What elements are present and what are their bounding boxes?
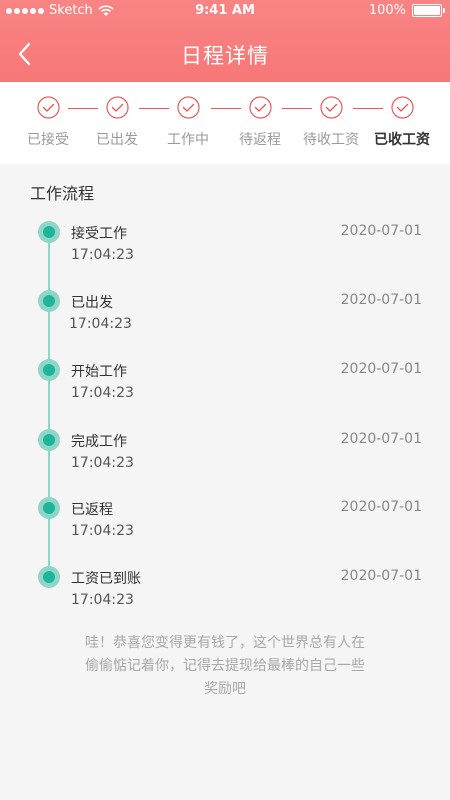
timeline-dot-icon xyxy=(38,429,60,451)
event-name: 已出发 xyxy=(71,295,113,311)
timeline-event: 已返程 2020-07-01 17:04:23 xyxy=(0,497,450,557)
header: Sketch 9:41 AM 100% 日程详情 xyxy=(0,0,450,82)
step-label: 已收工资 xyxy=(374,132,430,148)
event-date: 2020-07-01 xyxy=(340,499,422,515)
event-time: 17:04:23 xyxy=(71,247,134,263)
timeline-event: 完成工作 2020-07-01 17:04:23 xyxy=(0,429,450,489)
timeline-dot-icon xyxy=(38,359,60,381)
step-accepted: 已接受 xyxy=(8,96,88,149)
step-label: 已接受 xyxy=(27,132,69,148)
step-pay-received: 已收工资 xyxy=(362,96,442,149)
step-label: 待收工资 xyxy=(303,132,359,148)
check-circle-icon xyxy=(248,96,272,119)
congrats-message: 哇！恭喜您变得更有钱了，这个世界总有人在 偷偷惦记着你，记得去提现给最棒的自己一… xyxy=(60,632,390,701)
congrats-line: 奖励吧 xyxy=(204,681,246,697)
event-time: 17:04:23 xyxy=(71,385,134,401)
timeline-dot-icon xyxy=(38,290,60,312)
check-circle-icon xyxy=(36,96,60,119)
congrats-line: 哇！恭喜您变得更有钱了，这个世界总有人在 xyxy=(85,635,365,651)
progress-steps: 已接受 已出发 工作中 待返程 待收工资 已收工资 xyxy=(0,82,450,164)
event-date: 2020-07-01 xyxy=(340,292,422,308)
event-date: 2020-07-01 xyxy=(340,431,422,447)
timeline-event: 工资已到账 2020-07-01 17:04:23 xyxy=(0,566,450,626)
congrats-line: 偷偷惦记着你，记得去提现给最棒的自己一些 xyxy=(85,658,365,674)
status-bar: Sketch 9:41 AM 100% xyxy=(0,0,450,22)
event-name: 工资已到账 xyxy=(71,571,141,587)
event-date: 2020-07-01 xyxy=(340,361,422,377)
check-circle-icon xyxy=(105,96,129,119)
timeline-dot-icon xyxy=(38,566,60,588)
event-time: 17:04:23 xyxy=(71,523,134,539)
event-name: 完成工作 xyxy=(71,434,127,450)
battery-percent: 100% xyxy=(368,3,406,18)
battery-icon xyxy=(412,4,445,17)
step-working: 工作中 xyxy=(148,96,228,149)
check-circle-icon xyxy=(319,96,343,119)
event-date: 2020-07-01 xyxy=(340,223,422,239)
step-returning: 待返程 xyxy=(220,96,300,149)
event-name: 接受工作 xyxy=(71,226,127,242)
event-time: 17:04:23 xyxy=(69,316,132,332)
check-circle-icon xyxy=(390,96,414,119)
step-label: 待返程 xyxy=(239,132,281,148)
check-circle-icon xyxy=(176,96,200,119)
step-awaiting-pay: 待收工资 xyxy=(291,96,371,149)
timeline-dot-icon xyxy=(38,221,60,243)
event-time: 17:04:23 xyxy=(71,455,134,471)
status-right: 100% xyxy=(368,3,445,18)
step-label: 已出发 xyxy=(96,132,138,148)
event-name: 已返程 xyxy=(71,502,113,518)
step-label: 工作中 xyxy=(167,132,209,148)
timeline-dot-icon xyxy=(38,497,60,519)
page-title: 日程详情 xyxy=(181,44,269,68)
step-departed: 已出发 xyxy=(77,96,157,149)
section-title: 工作流程 xyxy=(30,184,95,203)
event-name: 开始工作 xyxy=(71,364,127,380)
timeline-event: 接受工作 2020-07-01 17:04:23 xyxy=(0,221,450,281)
timeline-event: 开始工作 2020-07-01 17:04:23 xyxy=(0,359,450,419)
event-time: 17:04:23 xyxy=(71,592,134,608)
timeline-event: 已出发 2020-07-01 17:04:23 xyxy=(0,290,450,350)
event-date: 2020-07-01 xyxy=(340,568,422,584)
